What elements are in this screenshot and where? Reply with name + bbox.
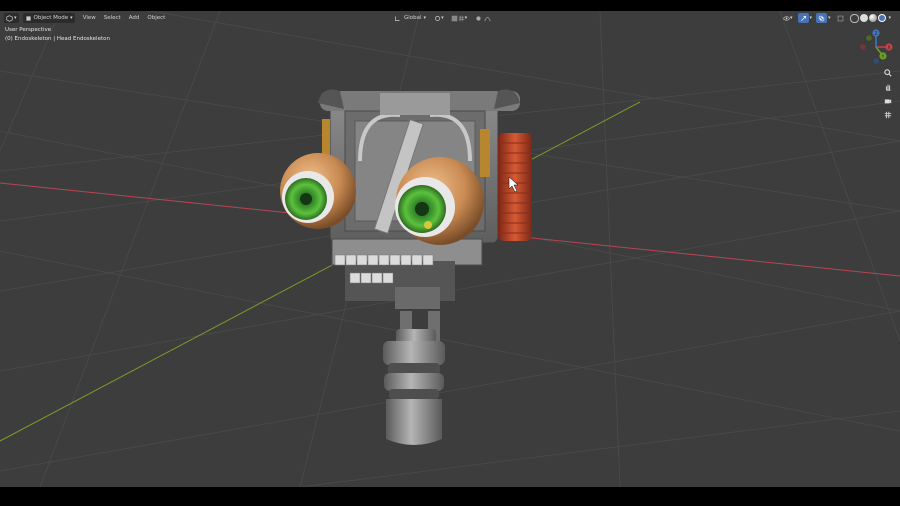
gizmo-icon <box>800 15 806 21</box>
chevron-down-icon[interactable]: ▾ <box>810 15 813 21</box>
proportional-edit-toggle[interactable] <box>473 13 493 23</box>
pivot-dropdown[interactable]: ▾ <box>432 13 446 23</box>
solid-icon[interactable] <box>859 14 868 22</box>
neck-column <box>383 311 445 445</box>
chevron-down-icon[interactable]: ▾ <box>889 15 892 21</box>
rendered-icon[interactable] <box>877 14 886 22</box>
scene <box>0 11 900 487</box>
xray-toggle[interactable] <box>835 13 846 23</box>
zoom-icon <box>884 69 892 77</box>
ortho-toggle-button[interactable] <box>882 109 894 121</box>
grid-icon <box>884 111 892 119</box>
pan-button[interactable] <box>882 81 894 93</box>
shading-buttons <box>848 13 888 23</box>
hand-icon <box>885 84 891 91</box>
object-info: (0) Endoskeleton | Head Endoskeleton <box>5 36 110 42</box>
pivot-icon <box>435 15 441 21</box>
orientation-icon <box>395 15 400 21</box>
chevron-down-icon: ▾ <box>790 15 793 21</box>
chevron-down-icon: ▾ <box>423 15 427 21</box>
view-name: User Perspective <box>5 27 52 33</box>
camera-icon <box>884 99 892 104</box>
material-icon[interactable] <box>868 14 877 22</box>
xray-icon <box>837 15 843 21</box>
gizmo-x-label: X <box>887 45 890 51</box>
menu-add[interactable]: Add <box>125 15 144 21</box>
eye-icon <box>783 15 790 21</box>
mode-dropdown[interactable]: Object Mode ▾ <box>22 13 75 23</box>
gizmo-toggle[interactable] <box>797 13 809 23</box>
chevron-down-icon: ▾ <box>441 15 444 21</box>
zoom-button[interactable] <box>882 67 894 79</box>
viewport-header: ▾ Object Mode ▾ View Select Add Object G… <box>0 11 900 25</box>
camera-view-button[interactable] <box>882 95 894 107</box>
letterbox-bottom <box>0 487 900 506</box>
snap-grid-icon <box>458 15 464 21</box>
transform-orientation-dropdown[interactable]: Global ▾ <box>392 13 428 23</box>
cube-icon <box>6 14 13 22</box>
wireframe-icon[interactable] <box>849 13 859 23</box>
menu-select[interactable]: Select <box>100 15 125 21</box>
mode-label: Object Mode <box>33 15 69 21</box>
chevron-down-icon: ▾ <box>70 15 73 21</box>
navigation-gizmo[interactable]: X Y Z <box>856 27 896 67</box>
menu-view[interactable]: View <box>79 15 100 21</box>
menu-object[interactable]: Object <box>143 15 169 21</box>
object-mode-icon <box>25 15 31 21</box>
overlays-icon <box>818 15 825 21</box>
overlays-toggle[interactable] <box>816 13 828 23</box>
transform-orientation-label: Global <box>404 15 422 21</box>
proportional-edit-icon <box>476 15 481 21</box>
falloff-icon <box>484 16 491 21</box>
snap-icon <box>451 15 457 21</box>
chevron-down-icon[interactable]: ▾ <box>828 15 831 21</box>
left-eye <box>280 153 356 229</box>
gizmo-y-label: Y <box>881 54 885 60</box>
3d-viewport[interactable]: ▾ Object Mode ▾ View Select Add Object G… <box>0 11 900 487</box>
visibility-dropdown[interactable]: ▾ <box>781 13 795 23</box>
snap-toggle[interactable]: ▾ <box>449 13 470 23</box>
chevron-down-icon: ▾ <box>464 15 468 21</box>
editor-type-button[interactable]: ▾ <box>4 13 19 23</box>
gizmo-z-label: Z <box>874 31 877 37</box>
chevron-down-icon: ▾ <box>14 15 17 21</box>
y-axis-line <box>0 101 641 442</box>
